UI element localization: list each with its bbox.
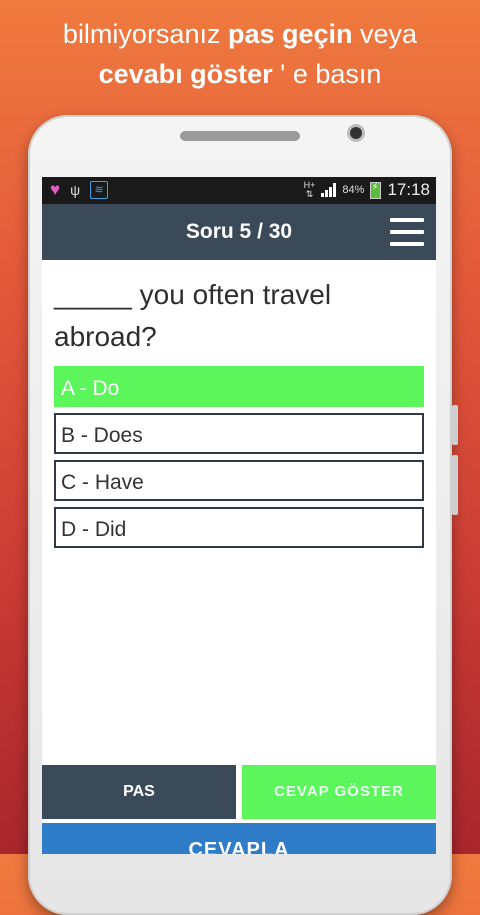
wifi-icon: ≋ xyxy=(90,181,109,199)
promo-line2-bold: cevabı göster xyxy=(98,59,273,89)
phone-camera xyxy=(350,127,362,139)
promo-line1-pre: bilmiyorsanız xyxy=(62,19,228,49)
hamburger-menu-icon[interactable] xyxy=(390,218,424,246)
option-c[interactable]: C - Have xyxy=(54,460,424,501)
promo-text: bilmiyorsanız pas geçin veya cevabı göst… xyxy=(0,14,480,94)
option-b[interactable]: B - Does xyxy=(54,413,424,454)
status-bar: ♥ ψ ≋ H+⇅ 84% 17:18 xyxy=(42,177,436,204)
page-title: Soru 5 / 30 xyxy=(185,220,293,243)
option-a[interactable]: A - Do xyxy=(54,366,424,407)
promo-line1-bold: pas geçin xyxy=(227,19,353,49)
battery-icon xyxy=(370,181,382,199)
phone-speaker xyxy=(180,131,300,141)
promo-line2-post: ' e basın xyxy=(272,59,382,89)
promo-line1-post: veya xyxy=(352,19,418,49)
promo-line-2: cevabı göster ' e basın xyxy=(0,54,480,94)
heart-icon: ♥ xyxy=(50,180,61,199)
network-type-icon: H+ ⇅ xyxy=(303,180,316,199)
usb-icon: ψ xyxy=(70,182,81,198)
question-text: _____ you often travel abroad? xyxy=(54,279,332,352)
clock: 17:18 xyxy=(387,180,430,199)
app-header: Soru 5 / 30 xyxy=(42,204,436,260)
signal-icon xyxy=(321,183,337,197)
promo-line-1: bilmiyorsanız pas geçin veya xyxy=(0,14,480,54)
phone-volume-button xyxy=(452,405,458,445)
app-screen: ♥ ψ ≋ H+⇅ 84% 17:18 Soru 5 / 30 _____ yo… xyxy=(42,177,436,854)
phone-power-button xyxy=(452,455,458,515)
pass-button[interactable]: PAS xyxy=(42,765,236,819)
show-answer-button[interactable]: CEVAP GÖSTER xyxy=(242,765,436,819)
battery-percent: 84% xyxy=(342,184,365,196)
answer-button[interactable]: CEVAPLA xyxy=(42,823,436,854)
option-d[interactable]: D - Did xyxy=(54,507,424,548)
bottom-actions: PAS CEVAP GÖSTER xyxy=(42,765,436,819)
